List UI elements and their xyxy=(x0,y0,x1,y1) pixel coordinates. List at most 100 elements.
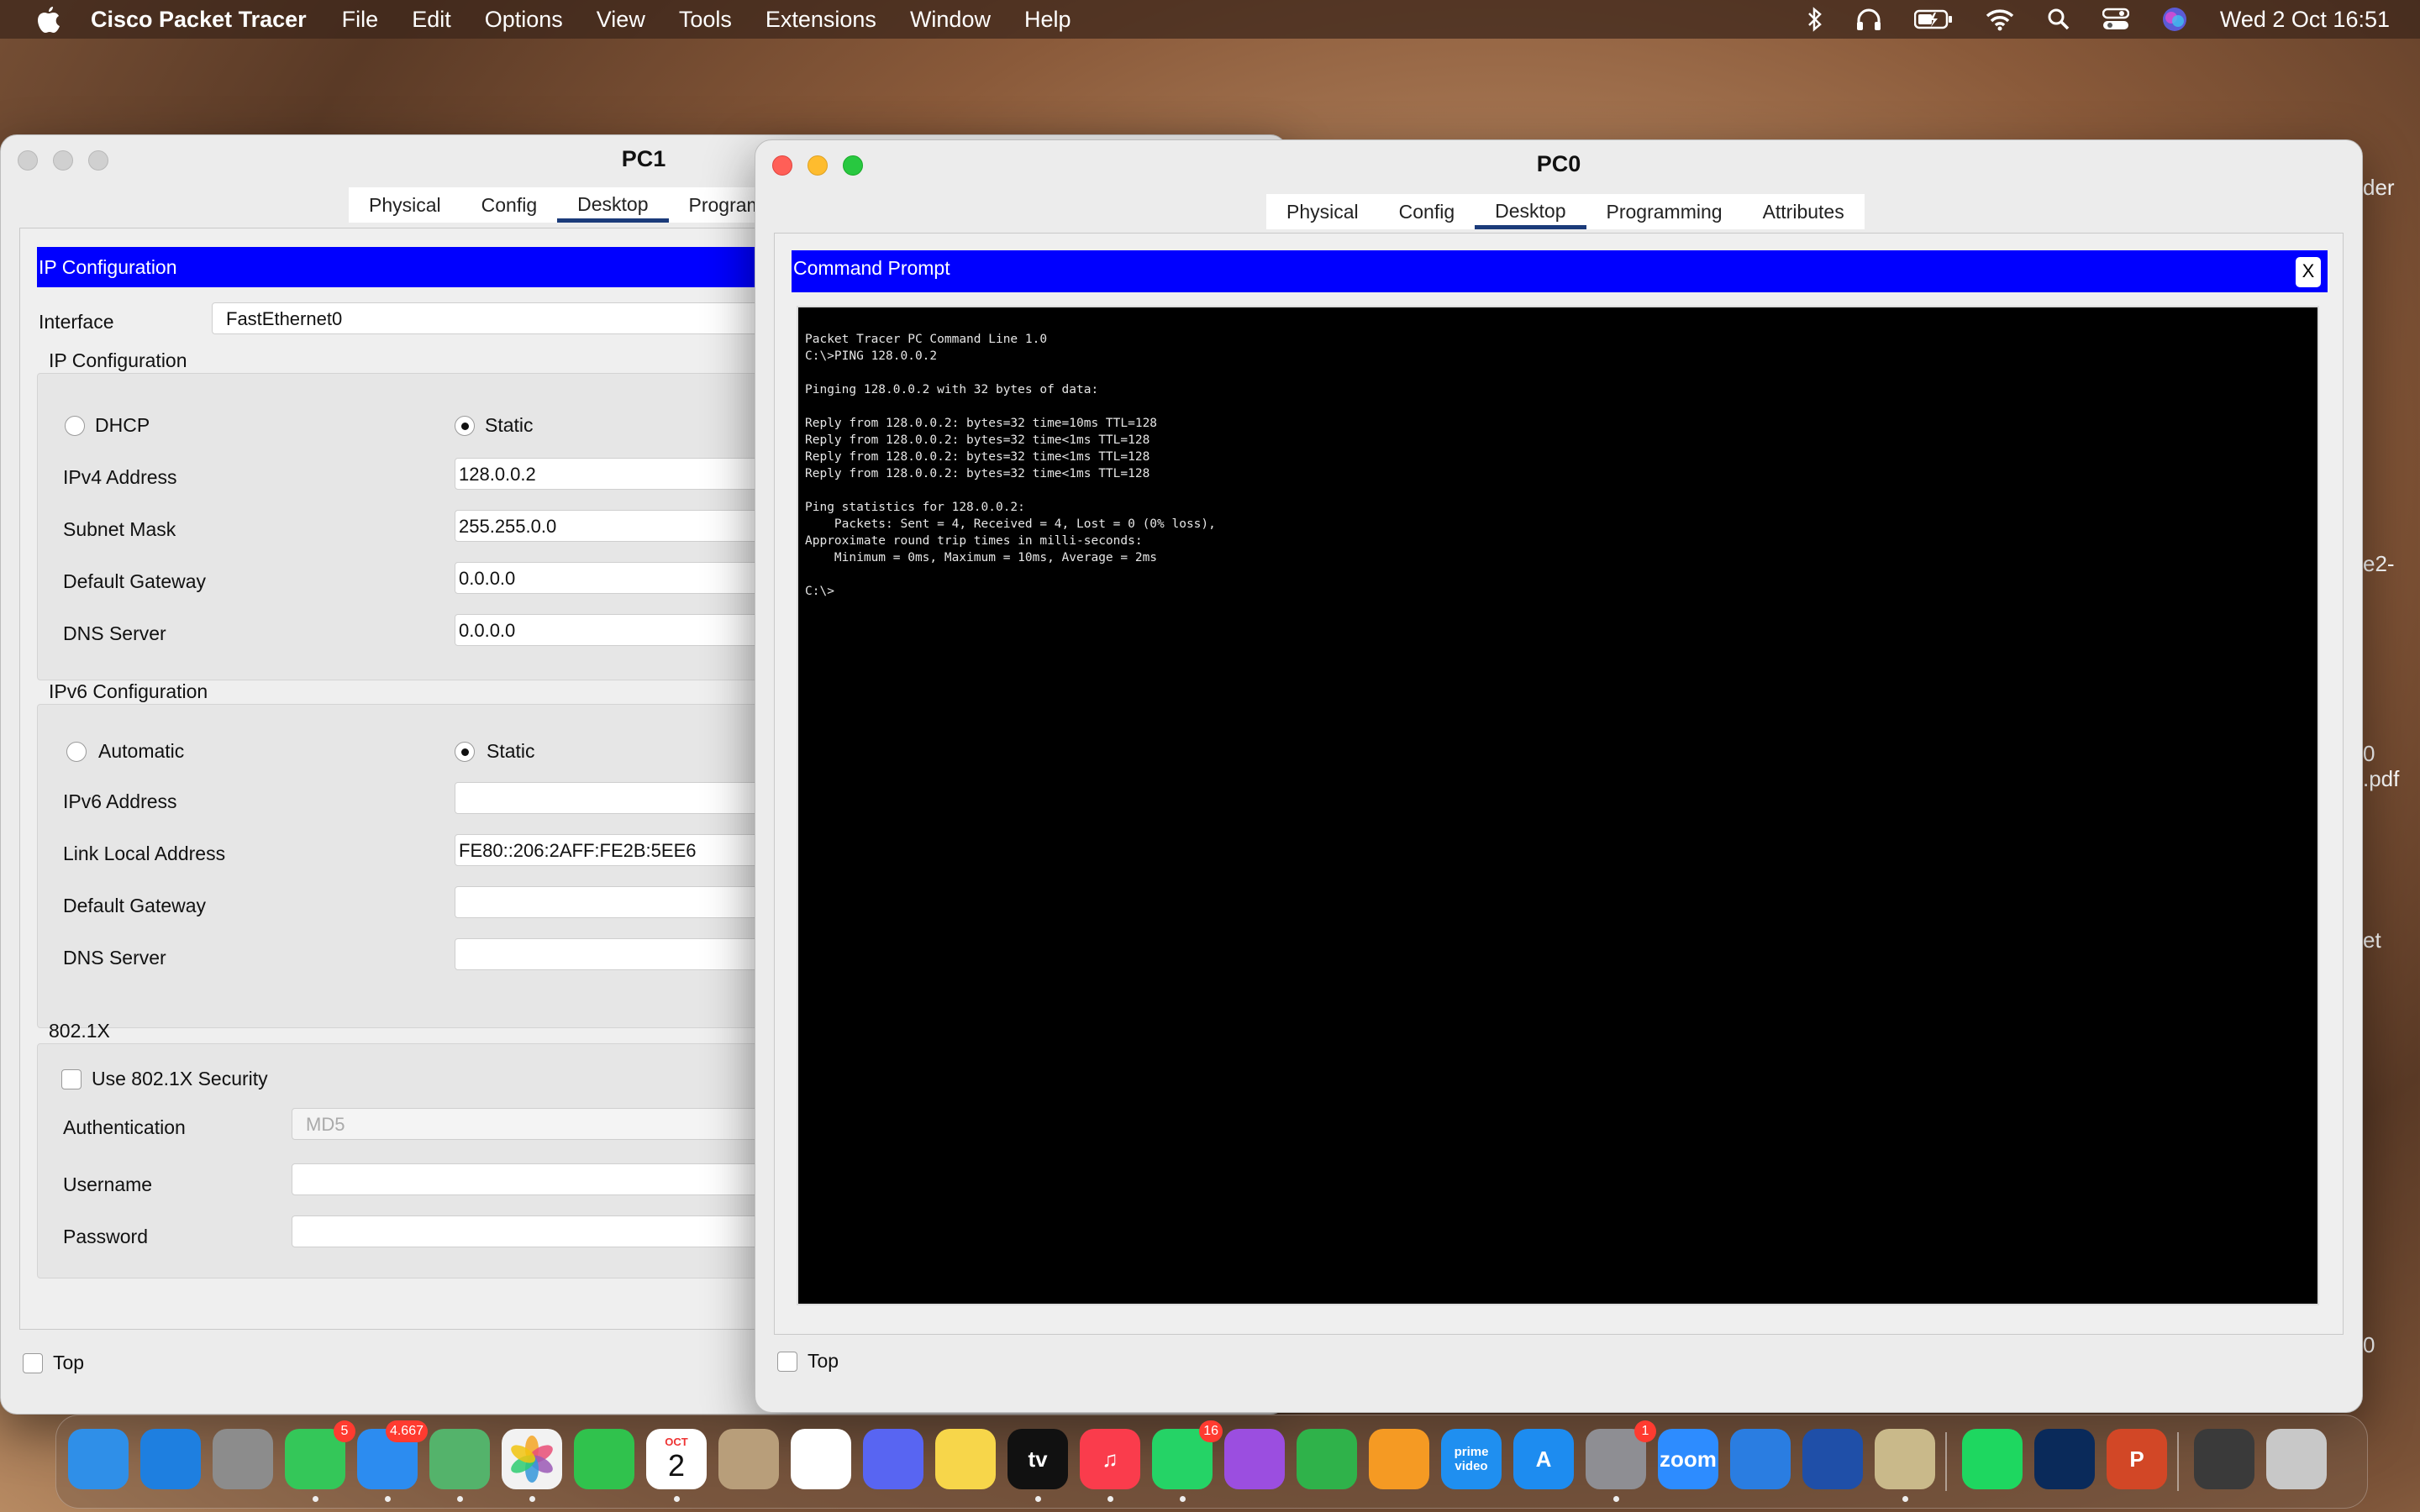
spotlight-search-icon[interactable] xyxy=(2047,8,2070,31)
wifi-icon[interactable] xyxy=(1985,8,2015,31)
terminal-line: Approximate round trip times in milli-se… xyxy=(805,534,1143,548)
facetime-icon[interactable] xyxy=(574,1429,634,1489)
tab-desktop[interactable]: Desktop xyxy=(557,187,669,223)
control-center-icon[interactable] xyxy=(2102,8,2129,31)
close-command-prompt-button[interactable]: X xyxy=(2296,257,2321,287)
dns-server-label: DNS Server xyxy=(63,622,166,644)
menu-options[interactable]: Options xyxy=(485,7,563,33)
pc0-desktop-panel: Command Prompt X Packet Tracer PC Comman… xyxy=(774,233,2344,1335)
app-name-menu[interactable]: Cisco Packet Tracer xyxy=(91,7,307,33)
reminders-icon[interactable] xyxy=(791,1429,851,1489)
interface-label: Interface xyxy=(39,311,114,333)
desktop-item-label[interactable]: 0 xyxy=(2363,1332,2375,1358)
zoom-icon[interactable]: zoom xyxy=(1658,1429,1718,1489)
terminal-line: Ping statistics for 128.0.0.2: xyxy=(805,501,1025,514)
launchpad-icon[interactable] xyxy=(213,1429,273,1489)
minimize-window-button[interactable] xyxy=(53,150,73,171)
mail-icon[interactable]: 4.667 xyxy=(357,1420,428,1489)
messages-icon[interactable]: 5 xyxy=(285,1420,355,1489)
apple-menu-icon[interactable] xyxy=(32,3,66,36)
notes-icon[interactable] xyxy=(935,1429,996,1489)
maps-icon[interactable] xyxy=(429,1429,490,1489)
menu-help[interactable]: Help xyxy=(1024,7,1071,33)
podcasts-icon[interactable] xyxy=(1224,1429,1285,1489)
safari-icon[interactable] xyxy=(140,1429,201,1489)
pc0-window: PC0 Physical Config Desktop Programming … xyxy=(755,139,2363,1413)
tab-config[interactable]: Config xyxy=(1379,194,1475,229)
menu-tools[interactable]: Tools xyxy=(679,7,732,33)
dhcp-radio[interactable] xyxy=(65,416,85,436)
calendar-month: OCT xyxy=(665,1435,688,1448)
terminal-line: Pinging 128.0.0.2 with 32 bytes of data: xyxy=(805,383,1099,396)
use-8021x-checkbox[interactable] xyxy=(61,1069,82,1089)
top-checkbox[interactable] xyxy=(777,1352,797,1372)
tab-physical[interactable]: Physical xyxy=(349,187,461,223)
whatsapp-icon[interactable]: 16 xyxy=(1152,1420,1223,1489)
photos-icon[interactable] xyxy=(502,1429,562,1489)
desktop-item-label[interactable]: et xyxy=(2363,927,2381,953)
preview-icon[interactable] xyxy=(1875,1429,1935,1489)
desktop-item-label[interactable]: .pdf xyxy=(2363,766,2399,792)
finder-icon[interactable] xyxy=(68,1429,129,1489)
tab-physical[interactable]: Physical xyxy=(1266,194,1379,229)
notification-badge: 16 xyxy=(1199,1420,1223,1442)
music-icon[interactable]: ♫ xyxy=(1080,1429,1140,1489)
pages-icon[interactable] xyxy=(1369,1429,1429,1489)
dock-separator xyxy=(1945,1432,1947,1491)
trash-icon[interactable] xyxy=(2266,1429,2327,1489)
dock-separator xyxy=(2177,1432,2179,1491)
dock: 5 4.667 OCT 2 tv ♫ 16 prime video A 1 zoom P xyxy=(55,1415,2368,1509)
close-window-button[interactable] xyxy=(18,150,38,171)
headphones-icon[interactable] xyxy=(1855,7,1882,32)
minimize-window-button[interactable] xyxy=(808,155,828,176)
command-prompt-terminal[interactable]: Packet Tracer PC Command Line 1.0 C:\>PIN… xyxy=(797,306,2319,1305)
menu-window[interactable]: Window xyxy=(910,7,991,33)
primevideo-icon[interactable]: prime video xyxy=(1441,1429,1502,1489)
menu-edit[interactable]: Edit xyxy=(412,7,451,33)
menu-file[interactable]: File xyxy=(342,7,379,33)
appletv-icon[interactable]: tv xyxy=(1007,1429,1068,1489)
dhcp-label: DHCP xyxy=(95,414,150,436)
menu-view[interactable]: View xyxy=(597,7,645,33)
numbers-icon[interactable] xyxy=(1297,1429,1357,1489)
clock[interactable]: Wed 2 Oct 16:51 xyxy=(2220,7,2390,33)
tab-programming[interactable]: Programming xyxy=(1586,194,1743,229)
appstore-icon[interactable]: A xyxy=(1513,1429,1574,1489)
packet-tracer-icon[interactable] xyxy=(1802,1429,1863,1489)
dock-icon-label: zoom xyxy=(1660,1446,1717,1472)
desktop-item-label[interactable]: der xyxy=(2363,175,2395,201)
battery-icon[interactable] xyxy=(1913,8,1953,30)
pc0-titlebar[interactable]: PC0 xyxy=(755,140,2362,187)
tab-config[interactable]: Config xyxy=(461,187,557,223)
desktop-item-label[interactable]: 0 xyxy=(2363,741,2375,767)
automatic-radio[interactable] xyxy=(66,742,87,762)
ipv6-address-label: IPv6 Address xyxy=(63,790,177,812)
contacts-icon[interactable] xyxy=(718,1429,779,1489)
close-window-button[interactable] xyxy=(772,155,792,176)
zoom-window-button[interactable] xyxy=(88,150,108,171)
dock-icon-label: A xyxy=(1535,1446,1552,1472)
bluetooth-icon[interactable] xyxy=(1807,7,1823,32)
system-settings-icon[interactable]: 1 xyxy=(1586,1420,1656,1489)
static-ipv6-radio[interactable] xyxy=(455,742,475,762)
zoom-window-button[interactable] xyxy=(843,155,863,176)
webex-icon[interactable] xyxy=(2034,1429,2095,1489)
static-radio[interactable] xyxy=(455,416,475,436)
top-checkbox[interactable] xyxy=(23,1353,43,1373)
keynote-icon[interactable] xyxy=(1730,1429,1791,1489)
calendar-icon[interactable]: OCT 2 xyxy=(646,1429,707,1489)
menu-extensions[interactable]: Extensions xyxy=(765,7,876,33)
subnet-mask-label: Subnet Mask xyxy=(63,518,176,540)
dock-icon-label: P xyxy=(2129,1446,2144,1472)
siri-icon[interactable] xyxy=(2161,6,2188,33)
tab-attributes[interactable]: Attributes xyxy=(1743,194,1865,229)
downloads-stack-icon[interactable] xyxy=(2194,1429,2254,1489)
desktop-item-label[interactable]: e2- xyxy=(2363,551,2395,577)
terminal-line: Reply from 128.0.0.2: bytes=32 time<1ms … xyxy=(805,433,1150,447)
spotify-icon[interactable] xyxy=(1962,1429,2023,1489)
tab-desktop[interactable]: Desktop xyxy=(1475,194,1586,229)
powerpoint-icon[interactable]: P xyxy=(2107,1429,2167,1489)
discord-icon[interactable] xyxy=(863,1429,923,1489)
